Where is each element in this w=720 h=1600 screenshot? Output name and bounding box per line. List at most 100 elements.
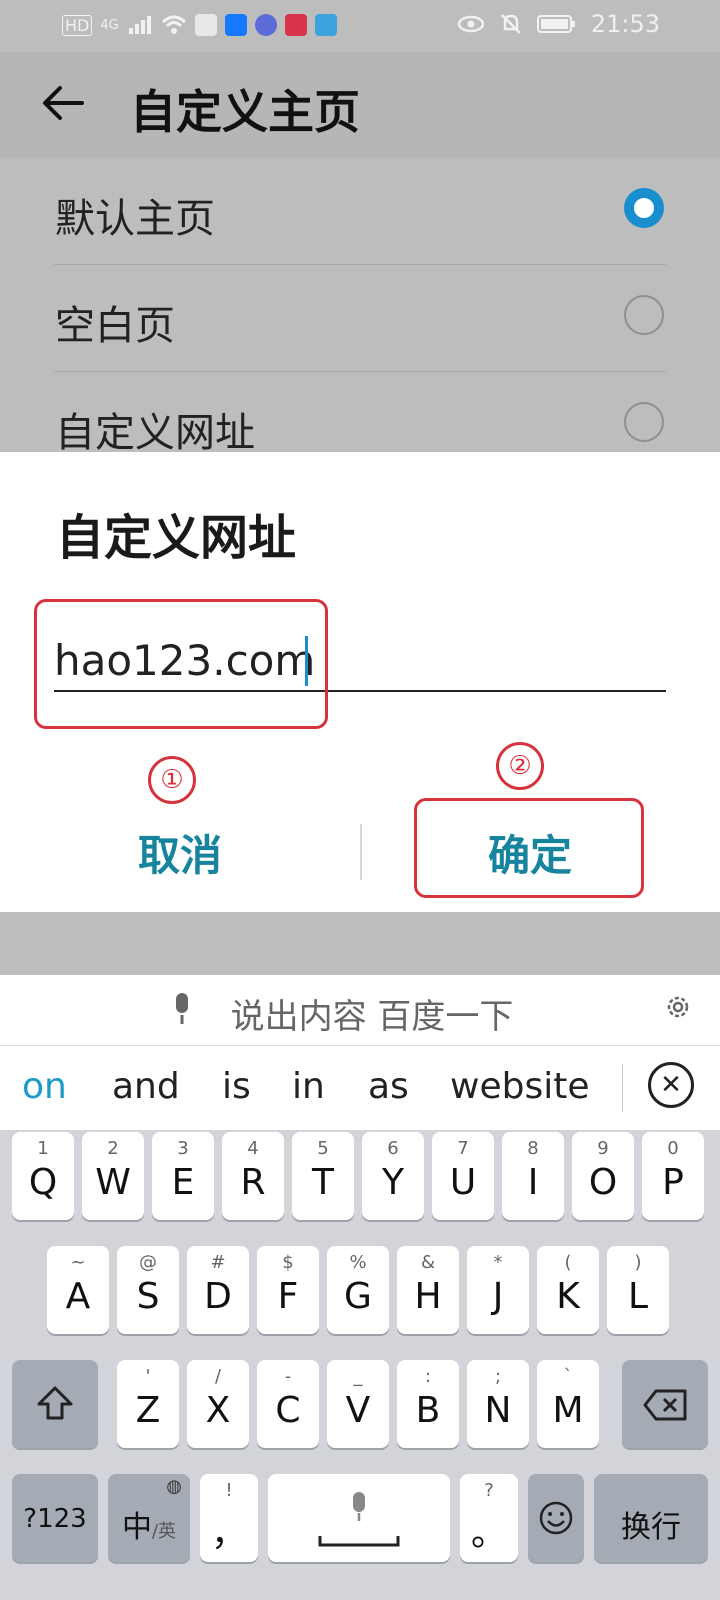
key-t[interactable]: 5T bbox=[292, 1132, 354, 1220]
key-sub: 4 bbox=[247, 1138, 259, 1159]
key-main: K bbox=[556, 1276, 580, 1317]
key-o[interactable]: 9O bbox=[572, 1132, 634, 1220]
key-sub: # bbox=[210, 1252, 226, 1273]
key-main: T bbox=[312, 1162, 334, 1203]
key-sub: * bbox=[493, 1252, 503, 1273]
key-h[interactable]: & H bbox=[397, 1246, 459, 1334]
key-x[interactable]: / X bbox=[187, 1360, 249, 1448]
key-sub: 1 bbox=[37, 1138, 49, 1159]
shift-key[interactable] bbox=[12, 1360, 98, 1448]
space-key[interactable] bbox=[268, 1474, 450, 1562]
option-blank-page[interactable]: 空白页 bbox=[0, 265, 720, 372]
divider bbox=[622, 1064, 623, 1112]
key-l[interactable]: ) L bbox=[607, 1246, 669, 1334]
key-main: M bbox=[552, 1390, 584, 1431]
key-sub: ! bbox=[225, 1480, 233, 1501]
key-c[interactable]: -C bbox=[257, 1360, 319, 1448]
option-default-home[interactable]: 默认主页 bbox=[0, 158, 720, 265]
key-e[interactable]: 3E bbox=[152, 1132, 214, 1220]
microphone-icon bbox=[353, 1492, 365, 1521]
key-w[interactable]: 2W bbox=[82, 1132, 144, 1220]
store-app-icon bbox=[284, 14, 307, 36]
wifi-icon bbox=[161, 15, 186, 34]
enter-key[interactable]: 换行 bbox=[594, 1474, 708, 1562]
dialog-title: 自定义网址 bbox=[56, 510, 297, 566]
key-z[interactable]: ' Z bbox=[117, 1360, 179, 1448]
key-main: L bbox=[627, 1276, 649, 1317]
key-m[interactable]: ` M bbox=[537, 1360, 599, 1448]
radio-selected-icon[interactable] bbox=[624, 188, 664, 228]
key-a[interactable]: ~ A bbox=[47, 1246, 109, 1334]
gear-icon[interactable] bbox=[664, 993, 692, 1021]
key-main: ?123 bbox=[23, 1504, 87, 1534]
key-sub: : bbox=[424, 1366, 432, 1387]
key-sub: 5 bbox=[317, 1138, 329, 1159]
key-sub: 3 bbox=[177, 1138, 189, 1159]
emoji-key[interactable] bbox=[528, 1474, 584, 1562]
key-d[interactable]: # D bbox=[187, 1246, 249, 1334]
voice-input-bar[interactable]: 说出内容 百度一下 bbox=[0, 975, 720, 1046]
button-divider bbox=[360, 824, 362, 880]
radio-unselected-icon[interactable] bbox=[624, 402, 664, 442]
cancel-button[interactable]: 取消 bbox=[90, 822, 270, 883]
key-i[interactable]: 8I bbox=[502, 1132, 564, 1220]
key-k[interactable]: (K bbox=[537, 1246, 599, 1334]
suggestion-item[interactable]: in bbox=[292, 1066, 325, 1107]
key-main: J bbox=[492, 1276, 504, 1317]
message-app-icon bbox=[194, 14, 217, 36]
battery-icon bbox=[536, 15, 575, 33]
alipay-icon bbox=[224, 14, 247, 36]
key-r[interactable]: 4R bbox=[222, 1132, 284, 1220]
key-sub: ( bbox=[564, 1252, 572, 1273]
key-p[interactable]: 0P bbox=[642, 1132, 704, 1220]
music-app-icon bbox=[254, 14, 277, 36]
key-sub: 2 bbox=[107, 1138, 119, 1159]
key-q[interactable]: 1Q bbox=[12, 1132, 74, 1220]
suggestion-item[interactable]: is bbox=[222, 1066, 251, 1107]
comma-key[interactable]: !， bbox=[200, 1474, 258, 1562]
num-symbol-key[interactable]: ?123 bbox=[12, 1474, 98, 1562]
key-sub: ~ bbox=[70, 1252, 86, 1273]
key-main: E bbox=[171, 1162, 195, 1203]
radio-unselected-icon[interactable] bbox=[624, 295, 664, 335]
key-y[interactable]: 6Y bbox=[362, 1132, 424, 1220]
key-sub: ? bbox=[484, 1480, 494, 1501]
key-u[interactable]: 7U bbox=[432, 1132, 494, 1220]
key-f[interactable]: $ F bbox=[257, 1246, 319, 1334]
clock: 21:53 bbox=[590, 10, 660, 38]
backspace-key[interactable] bbox=[622, 1360, 708, 1448]
mute-bell-icon bbox=[500, 14, 521, 34]
voice-hint: 说出内容 百度一下 bbox=[230, 997, 514, 1037]
close-suggestions-icon[interactable]: ✕ bbox=[648, 1062, 694, 1108]
key-main: C bbox=[275, 1390, 301, 1431]
back-arrow-icon[interactable] bbox=[40, 80, 86, 126]
key-sub: 8 bbox=[527, 1138, 539, 1159]
step-marker-2: ② bbox=[496, 742, 544, 790]
key-b[interactable]: :B bbox=[397, 1360, 459, 1448]
suggestion-item[interactable]: on bbox=[22, 1066, 67, 1107]
key-sub: 9 bbox=[597, 1138, 609, 1159]
key-sub: 6 bbox=[387, 1138, 399, 1159]
hd-indicator: HD bbox=[62, 14, 93, 36]
key-main: Y bbox=[382, 1162, 404, 1203]
suggestion-item[interactable]: and bbox=[112, 1066, 180, 1107]
key-sub: ` bbox=[563, 1366, 573, 1387]
key-n[interactable]: ; N bbox=[467, 1360, 529, 1448]
key-s[interactable]: @ S bbox=[117, 1246, 179, 1334]
period-key[interactable]: ?。 bbox=[460, 1474, 518, 1562]
key-v[interactable]: _ V bbox=[327, 1360, 389, 1448]
key-j[interactable]: * J bbox=[467, 1246, 529, 1334]
suggestion-item[interactable]: as bbox=[368, 1066, 409, 1107]
key-main: U bbox=[449, 1162, 477, 1203]
key-main: V bbox=[345, 1390, 371, 1431]
key-main: R bbox=[240, 1162, 266, 1203]
key-sub: & bbox=[420, 1252, 436, 1273]
network-indicator: 4G bbox=[100, 17, 119, 33]
key-sub: 7 bbox=[457, 1138, 469, 1159]
key-g[interactable]: % G bbox=[327, 1246, 389, 1334]
key-sub: ' bbox=[145, 1366, 151, 1387]
key-sub: @ bbox=[139, 1252, 157, 1273]
language-switch-key[interactable]: ◍ 中/英 bbox=[108, 1474, 190, 1562]
suggestion-item[interactable]: website bbox=[450, 1066, 589, 1107]
page-title: 自定义主页 bbox=[130, 85, 360, 139]
